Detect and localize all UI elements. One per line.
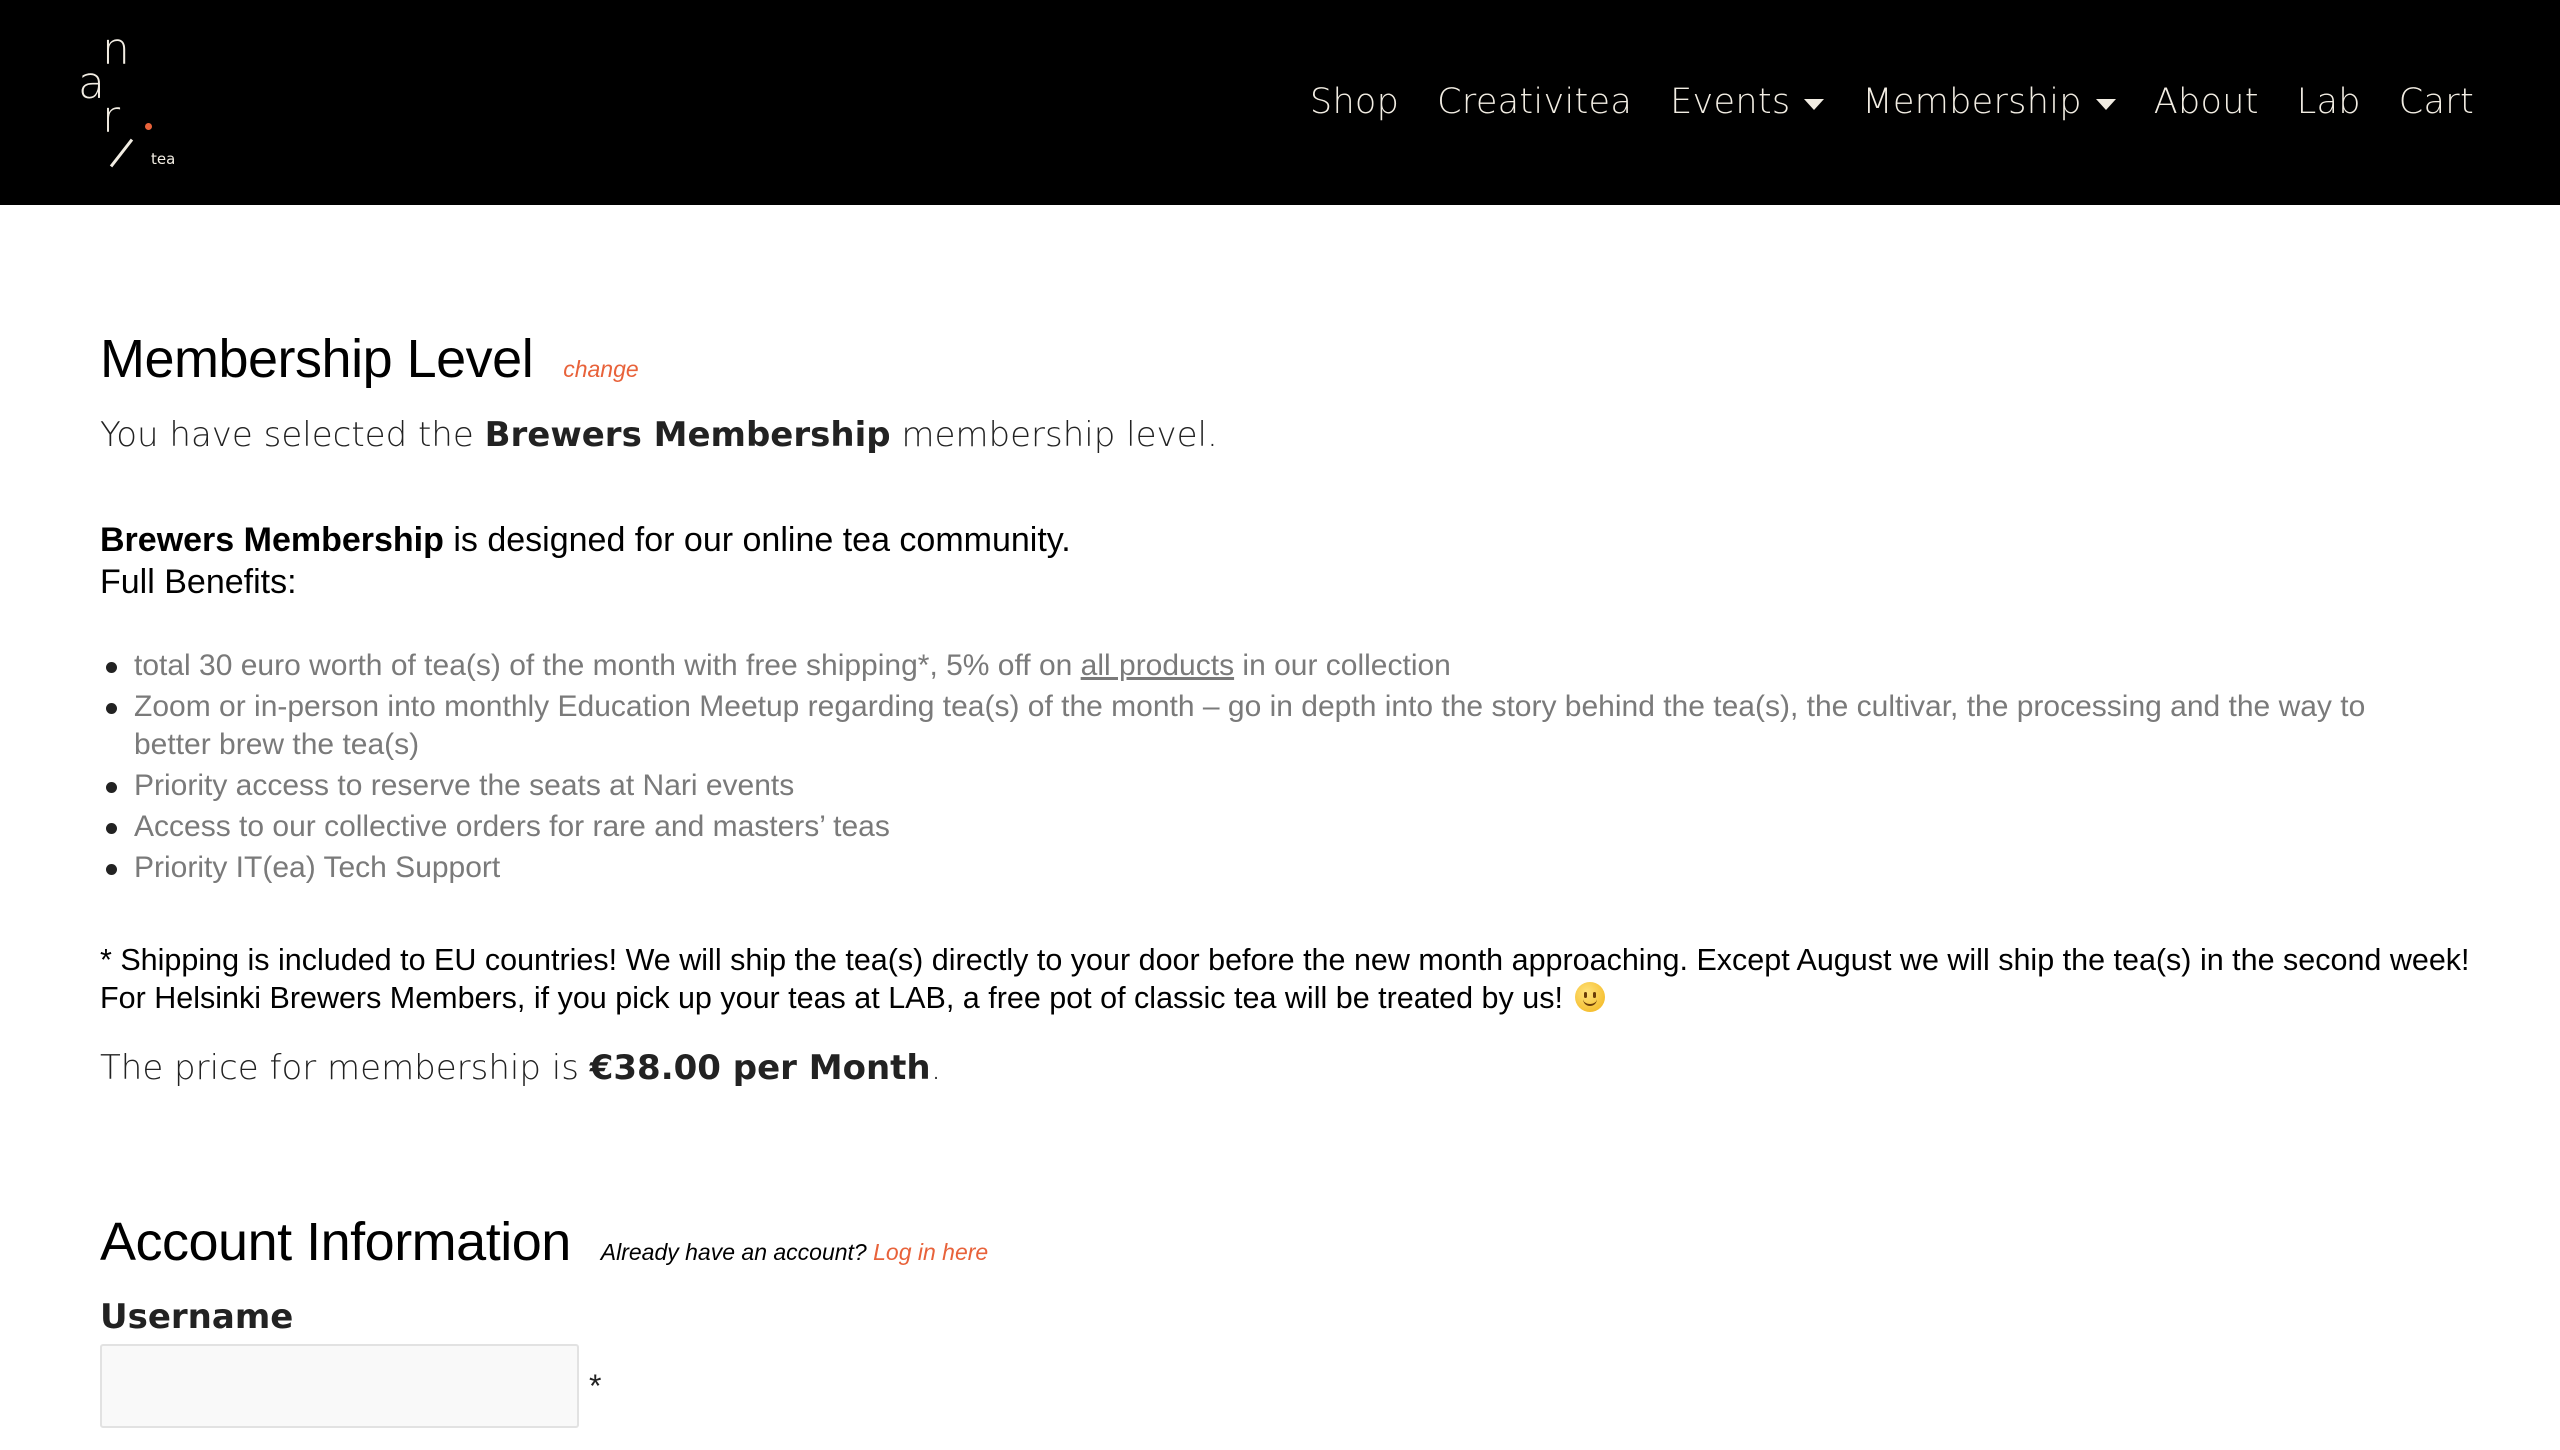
price-value: €38.00 per Month bbox=[589, 1048, 931, 1088]
nav-about[interactable]: About bbox=[2154, 72, 2259, 132]
bullet-icon bbox=[106, 822, 117, 834]
logo-letter-n: n bbox=[102, 24, 130, 75]
membership-level-heading-row: Membership Level change bbox=[100, 328, 639, 390]
already-have-account: Already have an account? Log in here bbox=[601, 1239, 988, 1266]
username-label: Username bbox=[100, 1297, 294, 1337]
benefits-list: total 30 euro worth of tea(s) of the mon… bbox=[100, 647, 2440, 890]
nav-label: Events bbox=[1670, 82, 1791, 122]
all-products-link[interactable]: all products bbox=[1081, 649, 1234, 682]
nari-tea-logo[interactable]: n a r tea bbox=[78, 28, 188, 178]
benefit-item: Priority access to reserve the seats at … bbox=[100, 767, 2440, 805]
chevron-down-icon bbox=[1804, 98, 1825, 110]
nav-cart[interactable]: Cart bbox=[2399, 72, 2474, 132]
username-input[interactable] bbox=[100, 1344, 579, 1428]
benefit-item: total 30 euro worth of tea(s) of the mon… bbox=[100, 647, 2440, 685]
bullet-icon bbox=[106, 703, 117, 714]
level-description: Brewers Membership is designed for our o… bbox=[100, 519, 1071, 603]
change-level-link[interactable]: change bbox=[563, 356, 638, 383]
nav-label: Creativitea bbox=[1437, 82, 1633, 122]
nav-lab[interactable]: Lab bbox=[2297, 72, 2361, 132]
selected-level-name: Brewers Membership bbox=[484, 415, 891, 455]
benefits-label: Full Benefits: bbox=[100, 563, 297, 601]
account-information-heading-row: Account Information Already have an acco… bbox=[100, 1211, 988, 1273]
nav-membership[interactable]: Membership bbox=[1862, 72, 2116, 132]
login-link[interactable]: Log in here bbox=[873, 1239, 988, 1265]
main-nav: Shop Creativitea Events Membership About… bbox=[1310, 72, 2474, 132]
nav-label: Cart bbox=[2398, 82, 2474, 122]
nav-label: Membership bbox=[1862, 82, 2082, 122]
nav-label: About bbox=[2153, 82, 2259, 122]
logo-suffix: tea bbox=[151, 150, 176, 168]
selected-suffix: membership level. bbox=[901, 415, 1218, 455]
benefit-item: Priority IT(ea) Tech Support bbox=[100, 849, 2440, 887]
bullet-icon bbox=[106, 781, 117, 793]
description-level-name: Brewers Membership bbox=[100, 521, 444, 559]
username-field-row: * bbox=[100, 1344, 601, 1428]
shipping-note: * Shipping is included to EU countries! … bbox=[100, 942, 2480, 1017]
price-prefix: The price for membership is bbox=[100, 1048, 579, 1088]
membership-level-heading: Membership Level bbox=[100, 329, 534, 389]
nav-shop[interactable]: Shop bbox=[1310, 72, 1399, 132]
price-text: The price for membership is €38.00 per M… bbox=[100, 1048, 941, 1088]
selected-prefix: You have selected the bbox=[100, 415, 474, 455]
price-suffix: . bbox=[930, 1048, 942, 1088]
logo-letter-r: r bbox=[102, 92, 121, 143]
nav-creativitea[interactable]: Creativitea bbox=[1437, 72, 1632, 132]
logo-letter-a: a bbox=[78, 58, 105, 109]
smiley-emoji-icon bbox=[1575, 981, 1606, 1012]
selected-level-text: You have selected the Brewers Membership… bbox=[100, 415, 1218, 455]
nav-events[interactable]: Events bbox=[1670, 72, 1825, 132]
shipping-note-text: * Shipping is included to EU countries! … bbox=[100, 943, 2470, 1015]
required-asterisk: * bbox=[589, 1367, 602, 1404]
already-text: Already have an account? bbox=[600, 1239, 867, 1265]
chevron-down-icon bbox=[2095, 98, 2116, 110]
logo-dot-icon bbox=[145, 123, 152, 130]
nav-label: Lab bbox=[2296, 82, 2361, 122]
description-text: is designed for our online tea community… bbox=[443, 521, 1071, 559]
site-header: n a r tea Shop Creativitea Events Member… bbox=[0, 0, 2560, 205]
bullet-icon bbox=[106, 863, 117, 875]
account-information-heading: Account Information bbox=[100, 1212, 571, 1272]
benefit-item: Zoom or in-person into monthly Education… bbox=[100, 688, 2440, 763]
bullet-icon bbox=[106, 662, 117, 673]
benefit-item: Access to our collective orders for rare… bbox=[100, 808, 2440, 846]
nav-label: Shop bbox=[1309, 82, 1400, 122]
